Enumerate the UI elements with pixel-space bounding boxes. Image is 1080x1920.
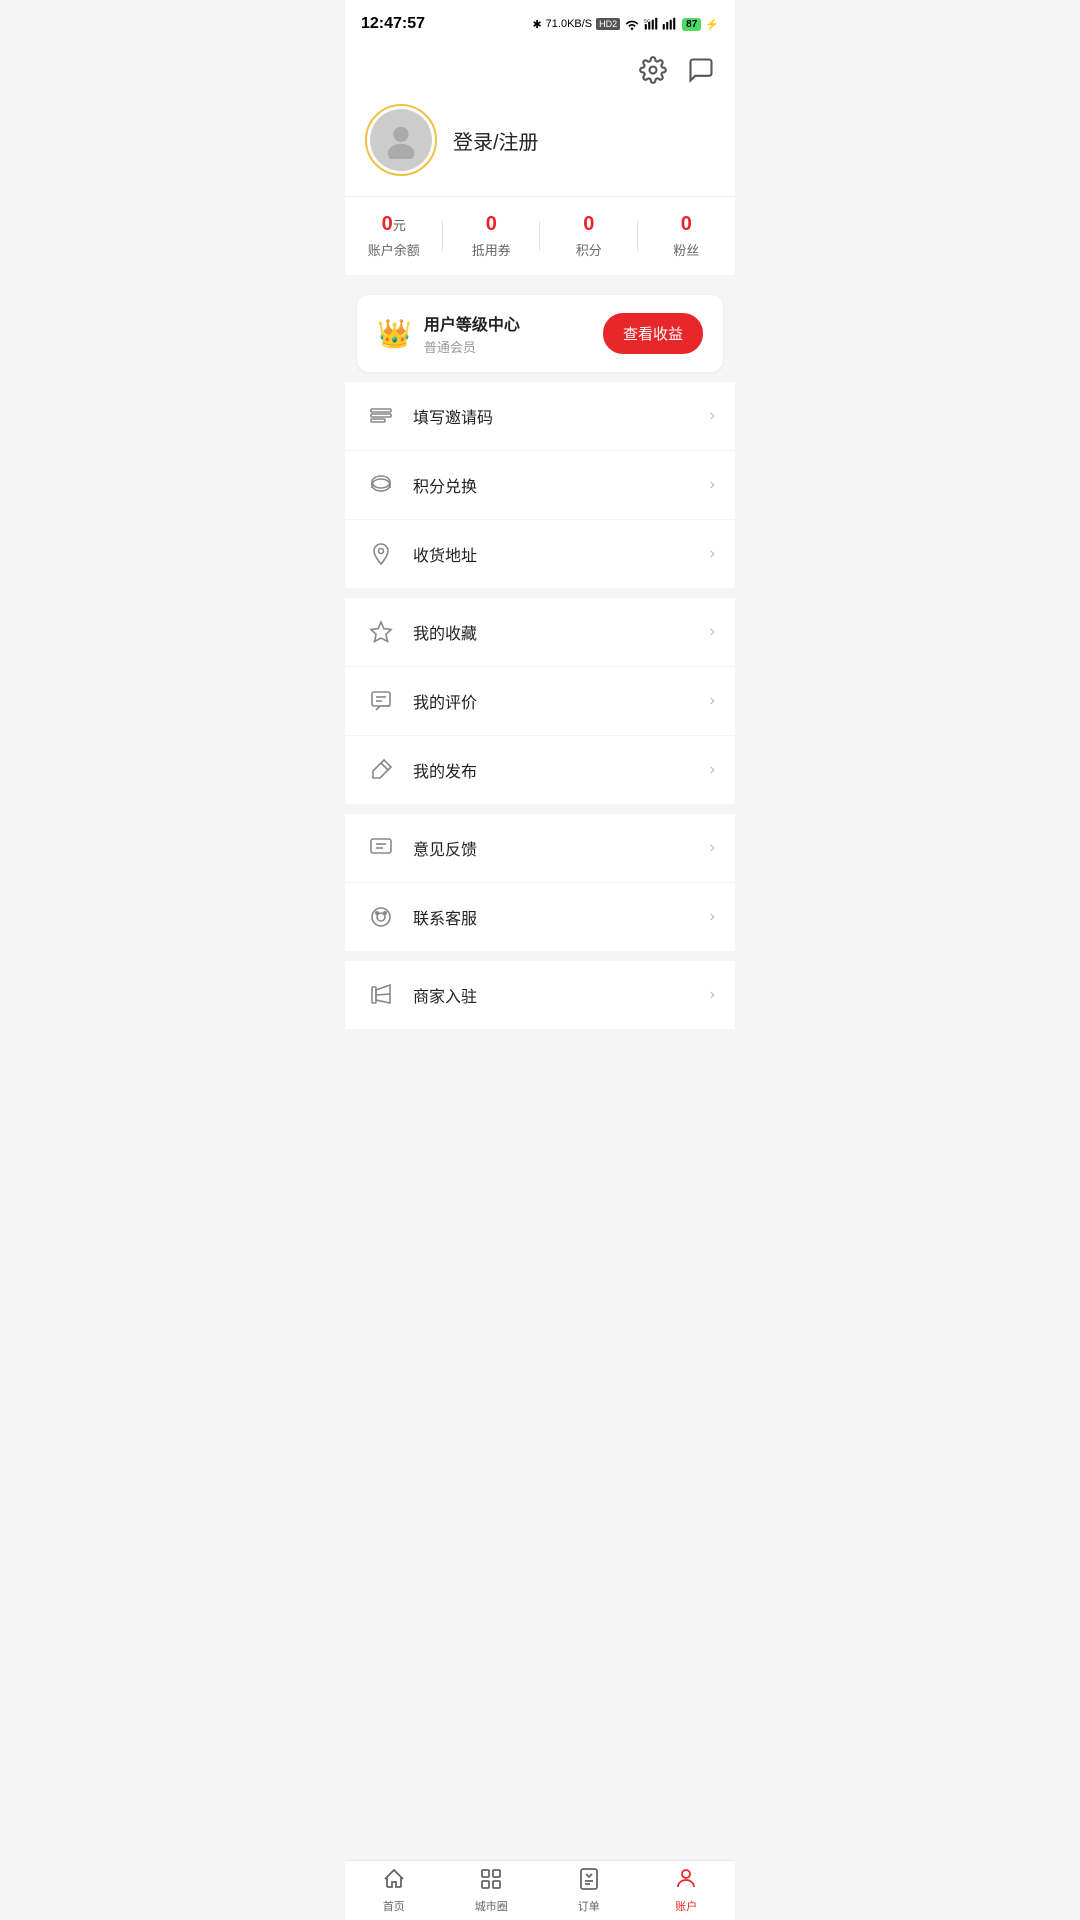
home-icon [382, 1867, 406, 1895]
menu-item-my-posts[interactable]: 我的发布 › [345, 736, 735, 804]
svg-text:5G: 5G [644, 19, 651, 25]
feedback-icon [365, 832, 397, 864]
star-icon [365, 616, 397, 648]
bottom-nav: 首页 城市圈 订单 [345, 1860, 735, 1920]
my-posts-label: 我的发布 [413, 758, 710, 782]
chevron-right-icon: › [710, 476, 715, 494]
menu-item-customer-service[interactable]: 联系客服 › [345, 883, 735, 951]
menu-item-points-exchange[interactable]: 积分兑换 › [345, 451, 735, 520]
wifi-icon [624, 18, 640, 30]
post-icon [365, 754, 397, 786]
stat-coupon-value: 0 [486, 213, 497, 236]
stat-points-value: 0 [583, 213, 594, 236]
stat-fans[interactable]: 0 粉丝 [638, 213, 736, 259]
hd2-badge: HD2 [596, 18, 620, 30]
signal-text: 71.0KB/S [546, 18, 593, 30]
points-exchange-label: 积分兑换 [413, 473, 710, 497]
status-time: 12:47:57 [361, 15, 425, 33]
signal-5g-1-icon: 5G [644, 17, 658, 31]
settings-button[interactable] [635, 52, 671, 88]
merchant-join-label: 商家入驻 [413, 983, 710, 1007]
menu-group-1: 填写邀请码 › 积分兑换 › 收货地址 › [345, 382, 735, 588]
stat-points-label: 积分 [576, 240, 602, 259]
address-icon [365, 538, 397, 570]
stat-points[interactable]: 0 积分 [540, 213, 638, 259]
nav-city-circle-label: 城市圈 [475, 1898, 508, 1914]
message-button[interactable] [683, 52, 719, 88]
service-icon [365, 901, 397, 933]
stat-coupon-label: 抵用券 [472, 240, 511, 259]
stat-balance-value: 0元 [382, 213, 406, 236]
stat-balance-label: 账户余额 [368, 240, 420, 259]
level-card: 👑 用户等级中心 普通会员 查看收益 [357, 295, 723, 372]
review-icon [365, 685, 397, 717]
profile-section[interactable]: 登录/注册 [345, 96, 735, 196]
merchant-icon [365, 979, 397, 1011]
avatar[interactable] [365, 104, 437, 176]
header-actions [345, 44, 735, 96]
user-icon [674, 1867, 698, 1895]
invite-icon [365, 400, 397, 432]
chat-icon [687, 56, 715, 84]
status-icons: ✱ 71.0KB/S HD2 5G 87 ⚡ [532, 17, 719, 31]
charging-icon: ⚡ [705, 18, 719, 31]
chevron-right-icon: › [710, 623, 715, 641]
order-icon [577, 1867, 601, 1895]
menu-item-reviews[interactable]: 我的评价 › [345, 667, 735, 736]
crown-icon: 👑 [377, 317, 412, 350]
stat-balance[interactable]: 0元 账户余额 [345, 213, 443, 259]
chevron-right-icon: › [710, 839, 715, 857]
menu-item-feedback[interactable]: 意见反馈 › [345, 814, 735, 883]
nav-home-label: 首页 [383, 1898, 405, 1914]
invite-code-label: 填写邀请码 [413, 404, 710, 428]
avatar-image [370, 109, 432, 171]
bluetooth-icon: ✱ [532, 18, 541, 31]
nav-orders-label: 订单 [578, 1898, 600, 1914]
menu-item-invite-code[interactable]: 填写邀请码 › [345, 382, 735, 451]
chevron-right-icon: › [710, 908, 715, 926]
shipping-address-label: 收货地址 [413, 542, 710, 566]
reviews-label: 我的评价 [413, 689, 710, 713]
menu-group-4: 商家入驻 › [345, 961, 735, 1029]
feedback-label: 意见反馈 [413, 836, 710, 860]
status-bar: 12:47:57 ✱ 71.0KB/S HD2 5G 87 ⚡ [345, 0, 735, 44]
stat-coupon[interactable]: 0 抵用券 [443, 213, 541, 259]
nav-city-circle[interactable]: 城市圈 [443, 1861, 541, 1920]
favorites-label: 我的收藏 [413, 620, 710, 644]
stat-fans-value: 0 [681, 213, 692, 236]
nav-home[interactable]: 首页 [345, 1861, 443, 1920]
chevron-right-icon: › [710, 407, 715, 425]
chevron-right-icon: › [710, 692, 715, 710]
grid-icon [479, 1867, 503, 1895]
battery-icon: 87 [682, 18, 701, 31]
menu-item-merchant-join[interactable]: 商家入驻 › [345, 961, 735, 1029]
menu-item-favorites[interactable]: 我的收藏 › [345, 598, 735, 667]
menu-item-shipping-address[interactable]: 收货地址 › [345, 520, 735, 588]
person-icon [382, 121, 420, 159]
login-register-button[interactable]: 登录/注册 [453, 126, 539, 155]
stat-fans-label: 粉丝 [673, 240, 699, 259]
level-subtitle: 普通会员 [424, 337, 603, 356]
nav-account[interactable]: 账户 [638, 1861, 736, 1920]
customer-service-label: 联系客服 [413, 905, 710, 929]
chevron-right-icon: › [710, 986, 715, 1004]
stats-row: 0元 账户余额 0 抵用券 0 积分 0 粉丝 [345, 196, 735, 275]
nav-orders[interactable]: 订单 [540, 1861, 638, 1920]
menu-group-2: 我的收藏 › 我的评价 › 我的发布 › [345, 598, 735, 804]
chevron-right-icon: › [710, 761, 715, 779]
menu-group-3: 意见反馈 › 联系客服 › [345, 814, 735, 951]
gear-icon [639, 56, 667, 84]
level-title: 用户等级中心 [424, 311, 603, 335]
points-icon [365, 469, 397, 501]
view-earnings-button[interactable]: 查看收益 [603, 313, 703, 354]
signal-5g-2-icon [662, 17, 676, 31]
chevron-right-icon: › [710, 545, 715, 563]
nav-account-label: 账户 [675, 1898, 697, 1914]
